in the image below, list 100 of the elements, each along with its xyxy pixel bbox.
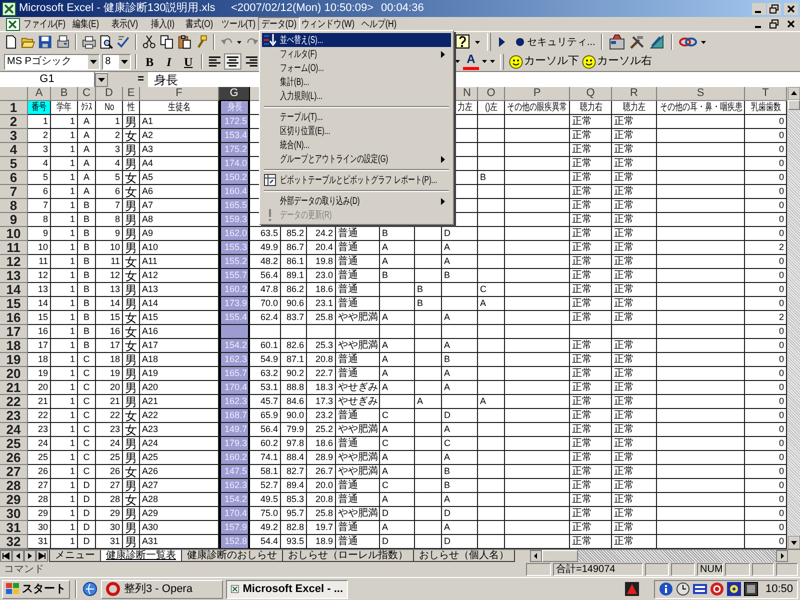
column-header[interactable]: E (123, 87, 140, 101)
row-header[interactable]: 26 (0, 451, 28, 465)
sheet-tab[interactable]: 健康診断のおしらせ (181, 550, 283, 562)
row-header[interactable]: 6 (0, 171, 28, 185)
security-button[interactable]: セキュリティ... (527, 34, 596, 50)
row-header[interactable]: 5 (0, 157, 28, 171)
row-header[interactable]: 3 (0, 129, 28, 143)
row-header[interactable]: 11 (0, 241, 28, 255)
menu-item[interactable]: 書式(O) (180, 17, 218, 31)
taskbar-button[interactable]: 整列3 - Opera (101, 580, 223, 598)
row-header[interactable]: 17 (0, 325, 28, 339)
table-cell: B (415, 297, 442, 311)
table-cell: 正常 (570, 157, 612, 171)
font-field[interactable]: MS Pゴシック (4, 54, 100, 70)
row-header[interactable]: 8 (0, 199, 28, 213)
underline-button[interactable]: U (180, 53, 198, 70)
table-cell: 1 (51, 451, 78, 465)
table-cell: C (78, 367, 96, 381)
row-header[interactable]: 16 (0, 311, 28, 325)
formula-text[interactable]: 身長 (154, 70, 178, 88)
column-header[interactable]: S (657, 87, 745, 101)
row-header[interactable]: 15 (0, 297, 28, 311)
row-header[interactable]: 19 (0, 353, 28, 367)
column-header[interactable]: R (612, 87, 657, 101)
menu-item[interactable]: 編集(E) (66, 17, 105, 31)
table-cell: 20.4 (307, 241, 336, 255)
row-header[interactable]: 28 (0, 479, 28, 493)
table-cell: 152.8 (219, 535, 250, 549)
macro-button[interactable]: カーソル右 (597, 53, 652, 70)
row-header[interactable]: 29 (0, 493, 28, 507)
table-cell: A9 (140, 227, 219, 241)
row-header[interactable]: 2 (0, 115, 28, 129)
table-cell: 聴力右 (570, 101, 612, 115)
row-header[interactable]: 21 (0, 381, 28, 395)
macro-button[interactable]: カーソル下 (524, 53, 579, 70)
row-header[interactable]: 7 (0, 185, 28, 199)
column-header[interactable]: D (96, 87, 123, 101)
row-header[interactable]: 25 (0, 437, 28, 451)
table-cell: 10 (96, 241, 123, 255)
row-header[interactable]: 9 (0, 213, 28, 227)
table-cell: 正常 (612, 423, 657, 437)
sheet-tab[interactable]: おしらせ（個人名） (413, 550, 515, 562)
row-header[interactable]: 18 (0, 339, 28, 353)
row-header[interactable]: 13 (0, 269, 28, 283)
sheet-tab[interactable]: メニュー (49, 550, 101, 562)
column-header[interactable]: A (28, 87, 51, 101)
menu-item[interactable]: 統合(N)... (262, 138, 451, 152)
italic-button[interactable]: I (160, 53, 178, 70)
table-cell: A27 (140, 479, 219, 493)
menu-item[interactable]: 外部データの取り込み(D) (262, 194, 451, 208)
sheet-tab[interactable]: 健康診断一覧表 (100, 550, 182, 562)
column-header[interactable]: O (478, 87, 505, 101)
menu-item[interactable]: ウィンドウ(W) (300, 17, 357, 31)
row-header[interactable]: 24 (0, 423, 28, 437)
menu-item[interactable]: グループとアウトラインの設定(G) (262, 152, 451, 166)
menu-item[interactable]: 集計(B)... (262, 75, 451, 89)
row-header[interactable]: 1 (0, 101, 28, 115)
row-header[interactable]: 27 (0, 465, 28, 479)
taskbar-button[interactable]: Microsoft Excel - ... (226, 580, 348, 598)
row-header[interactable]: 23 (0, 409, 28, 423)
row-header[interactable]: 22 (0, 395, 28, 409)
column-header[interactable]: G (219, 87, 250, 101)
menu-item[interactable]: ヘルプ(H) (357, 17, 400, 31)
row-header[interactable]: 4 (0, 143, 28, 157)
table-cell: 170.4 (219, 507, 250, 521)
sheet-tab[interactable]: おしらせ（ローレル指数） (282, 550, 414, 562)
row-header[interactable]: 31 (0, 521, 28, 535)
column-header[interactable]: Q (570, 87, 612, 101)
column-header[interactable]: C (78, 87, 96, 101)
column-header[interactable]: P (505, 87, 570, 101)
menu-item[interactable]: フォーム(O)... (262, 61, 451, 75)
table-cell: C (78, 423, 96, 437)
size-field[interactable]: 8 (102, 54, 131, 70)
table-cell: 13 (28, 283, 51, 297)
table-cell: 89.1 (281, 269, 307, 283)
table-cell: 9 (96, 227, 123, 241)
menu-item[interactable]: フィルタ(F) (262, 47, 451, 61)
row-header[interactable]: 10 (0, 227, 28, 241)
row-header[interactable]: 20 (0, 367, 28, 381)
menu-item[interactable]: 表示(V) (105, 17, 145, 31)
table-cell: 男 (123, 213, 140, 227)
row-header[interactable]: 12 (0, 255, 28, 269)
menu-item[interactable]: ピボットテーブルとピボットグラフ レポート(P)... (262, 173, 451, 187)
row-header[interactable]: 30 (0, 507, 28, 521)
row-header[interactable]: 32 (0, 535, 28, 549)
column-header[interactable]: F (140, 87, 219, 101)
menu-item[interactable]: 並べ替え(S)... (262, 33, 451, 47)
table-cell: 0 (745, 199, 787, 213)
menu-item[interactable]: ファイル(F) (22, 17, 66, 31)
table-cell: 正常 (612, 339, 657, 353)
row-header[interactable]: 14 (0, 283, 28, 297)
menu-item[interactable]: 挿入(I) (145, 17, 180, 31)
table-cell: 87.1 (281, 353, 307, 367)
bold-button[interactable]: B (140, 53, 158, 70)
menu-item[interactable]: ツール(T) (218, 17, 258, 31)
column-header[interactable]: B (51, 87, 78, 101)
table-cell: A (78, 157, 96, 171)
menu-item[interactable]: 区切り位置(E)... (262, 124, 451, 138)
start-button[interactable]: スタート (2, 580, 70, 598)
window-clock: <2007/02/12(Mon) 10:50:09> (231, 1, 375, 16)
